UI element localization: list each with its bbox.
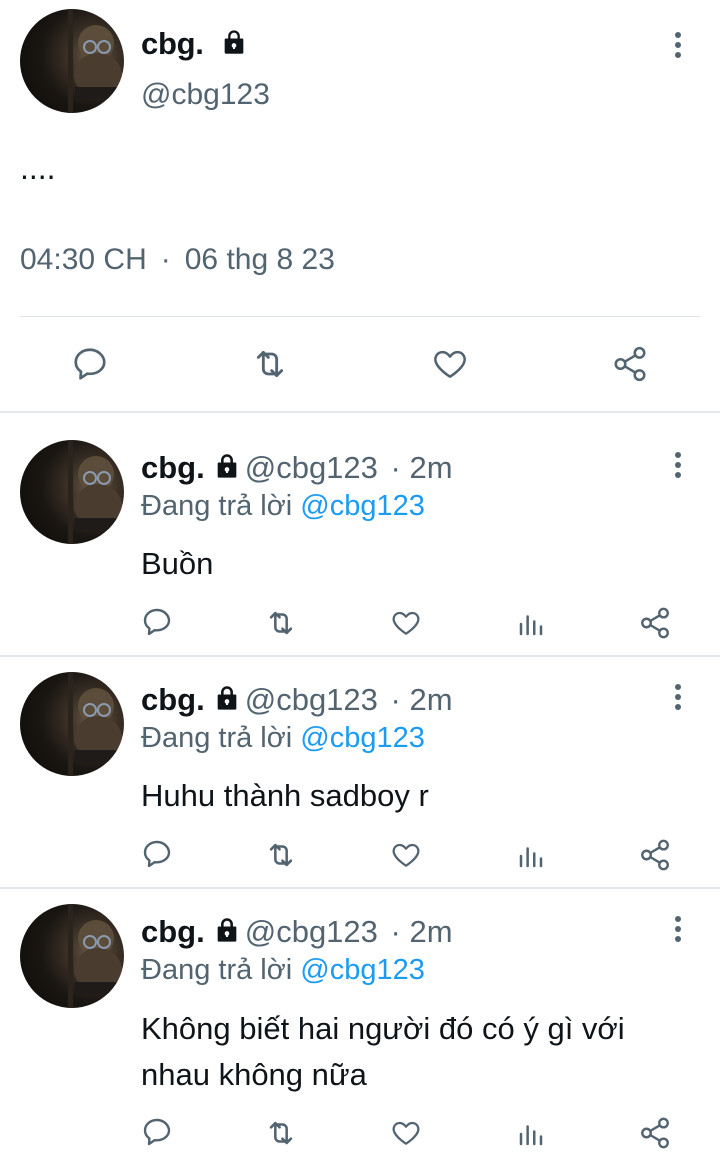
- tweet-time: 04:30 CH: [20, 243, 147, 276]
- avatar[interactable]: [20, 904, 124, 1008]
- more-icon[interactable]: [666, 32, 690, 68]
- dot-separator: ·: [381, 914, 410, 949]
- more-icon[interactable]: [666, 452, 690, 488]
- reply-age: 2m: [409, 450, 453, 485]
- display-name[interactable]: cbg.: [141, 26, 248, 64]
- reply-age: 2m: [409, 682, 453, 717]
- like-icon[interactable]: [389, 839, 423, 871]
- views-icon[interactable]: [516, 841, 546, 871]
- tweet-timestamp[interactable]: 04:30 CH · 06 thg 8 23: [20, 243, 335, 277]
- reply-text: Không biết hai người đó có ý gì với nhau…: [141, 1011, 625, 1092]
- retweet-icon[interactable]: [249, 344, 291, 384]
- section-divider: [0, 887, 720, 889]
- reply-text: Buồn: [141, 546, 214, 581]
- reply-age: 2m: [409, 914, 453, 949]
- more-icon[interactable]: [666, 916, 690, 952]
- section-divider: [0, 655, 720, 657]
- avatar-image: [68, 904, 122, 1008]
- display-name-text: cbg.: [141, 26, 204, 61]
- replying-to: Đang trả lời @cbg123: [141, 490, 425, 523]
- retweet-icon[interactable]: [263, 1116, 299, 1150]
- reply-text: Huhu thành sadboy r: [141, 778, 429, 813]
- replying-to: Đang trả lời @cbg123: [141, 722, 425, 755]
- reply-icon[interactable]: [141, 606, 173, 638]
- lock-icon: [220, 28, 248, 64]
- reply-header: cbg. @cbg123 · 2m: [141, 914, 453, 952]
- replying-prefix: Đang trả lời: [141, 722, 293, 754]
- section-divider: [0, 411, 720, 413]
- replying-to: Đang trả lời @cbg123: [141, 954, 425, 987]
- share-icon[interactable]: [638, 838, 672, 872]
- like-icon[interactable]: [430, 345, 470, 383]
- reply-icon[interactable]: [141, 1116, 173, 1148]
- avatar-image: [68, 9, 122, 113]
- share-icon[interactable]: [610, 345, 650, 383]
- like-icon[interactable]: [389, 607, 423, 639]
- reply-icon[interactable]: [141, 838, 173, 870]
- reply-header: cbg. @cbg123 · 2m: [141, 450, 453, 488]
- tweet-date: 06 thg 8 23: [184, 243, 335, 276]
- replying-prefix: Đang trả lời: [141, 490, 293, 522]
- handle[interactable]: @cbg123: [245, 682, 378, 717]
- dot-separator: ·: [381, 682, 410, 717]
- lock-icon: [213, 684, 241, 720]
- avatar[interactable]: [20, 440, 124, 544]
- dot-separator: ·: [381, 450, 410, 485]
- share-icon[interactable]: [638, 606, 672, 640]
- handle[interactable]: @cbg123: [141, 78, 270, 112]
- handle[interactable]: @cbg123: [245, 450, 378, 485]
- retweet-icon[interactable]: [263, 838, 299, 872]
- tweet-text: ....: [20, 150, 56, 186]
- like-icon[interactable]: [389, 1117, 423, 1149]
- avatar[interactable]: [20, 672, 124, 776]
- display-name[interactable]: cbg.: [141, 450, 205, 485]
- avatar-image: [68, 440, 122, 544]
- views-icon[interactable]: [516, 1119, 546, 1149]
- display-name[interactable]: cbg.: [141, 682, 205, 717]
- mention-link[interactable]: @cbg123: [300, 722, 425, 754]
- retweet-icon[interactable]: [263, 606, 299, 640]
- share-icon[interactable]: [638, 1116, 672, 1150]
- meta-separator: ·: [160, 243, 171, 276]
- more-icon[interactable]: [666, 684, 690, 720]
- mention-link[interactable]: @cbg123: [300, 490, 425, 522]
- reply-header: cbg. @cbg123 · 2m: [141, 682, 453, 720]
- divider: [20, 316, 700, 317]
- reply-icon[interactable]: [71, 345, 109, 383]
- views-icon[interactable]: [516, 609, 546, 639]
- handle[interactable]: @cbg123: [245, 914, 378, 949]
- replying-prefix: Đang trả lời: [141, 954, 293, 986]
- display-name[interactable]: cbg.: [141, 914, 205, 949]
- avatar-image: [68, 672, 122, 776]
- avatar[interactable]: [20, 9, 124, 113]
- lock-icon: [213, 916, 241, 952]
- mention-link[interactable]: @cbg123: [300, 954, 425, 986]
- lock-icon: [213, 452, 241, 488]
